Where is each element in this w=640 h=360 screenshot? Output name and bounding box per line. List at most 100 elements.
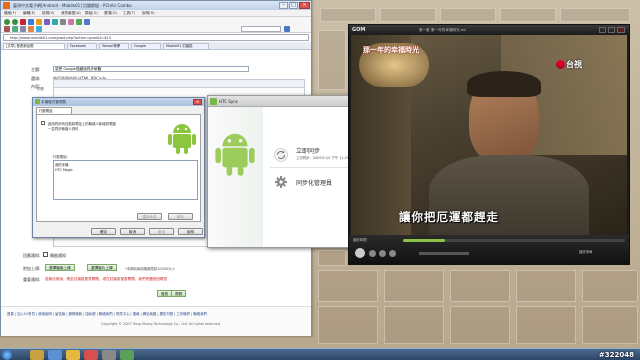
desktop-tile: [516, 270, 576, 302]
tool-icon[interactable]: [28, 26, 34, 32]
title-input[interactable]: 感恩 Google隱藏版同步軟體: [53, 66, 249, 72]
desktop-tile: [450, 306, 510, 344]
menu-item-favorites[interactable]: 我的最愛(A): [61, 11, 81, 16]
seek-bar[interactable]: [403, 239, 625, 242]
taskbar-app-icon[interactable]: [102, 350, 116, 360]
android-logo-icon: [215, 133, 255, 176]
menu-item-help[interactable]: 說明(H): [142, 11, 155, 16]
menu-item-view[interactable]: 檢視(V): [42, 11, 54, 16]
video-frame[interactable]: 那一年的幸福時光 台視 讓你把厄運都趕走: [351, 35, 627, 235]
dialog-panel: 啟用同步時自動將電話上的聯絡人新增到電腦 一並同步聯絡人資料 行動電話： 我的手…: [36, 114, 201, 222]
cancel-button[interactable]: 取消: [120, 228, 145, 235]
forward-icon[interactable]: [12, 19, 18, 25]
taskbar-app-icon[interactable]: [48, 350, 62, 360]
desktop-tile: [440, 8, 496, 22]
tool-icon[interactable]: [4, 26, 10, 32]
taskbar-app-icon[interactable]: [84, 350, 98, 360]
back-icon[interactable]: [4, 19, 10, 25]
desktop-tile: [582, 306, 638, 344]
gom-titlebar[interactable]: GOM 第一集 第一年的幸福時光.avi: [349, 25, 629, 35]
maximize-button[interactable]: □: [289, 2, 298, 9]
person-hair: [467, 71, 541, 97]
gom-logo: GOM: [352, 27, 366, 33]
desktop-tile: [516, 306, 576, 344]
taskbar-app-icon[interactable]: [120, 350, 134, 360]
search-icon[interactable]: [284, 26, 290, 32]
dialog-titlebar[interactable]: 手機程式管理員 ×: [33, 98, 204, 106]
rename-button[interactable]: 重新命名: [137, 213, 162, 220]
history-icon[interactable]: [52, 19, 58, 25]
play-icon[interactable]: [355, 248, 365, 258]
mail-icon[interactable]: [68, 19, 74, 25]
footer-links[interactable]: 首頁 | 加入01會員 | 使用說明 | 留言版 | 服務條款 | 隱私權 | …: [7, 311, 207, 316]
tab-yahoo[interactable]: Yahoo!奇摩: [99, 43, 129, 49]
android-icon: [35, 99, 40, 104]
tool-icon[interactable]: [76, 19, 82, 25]
notice-label: 重要通知:: [23, 277, 41, 282]
close-button[interactable]: ×: [193, 99, 202, 105]
stop-icon[interactable]: [369, 250, 376, 257]
desktop-tile: [500, 8, 556, 22]
menu-item-file[interactable]: 檔案(F): [4, 11, 16, 16]
browser-tabstrip: [文章] 發表新話題 Facebook Yahoo!奇摩 Google Mobi…: [1, 42, 311, 50]
tool-icon[interactable]: [12, 26, 18, 32]
auto-sync-checkbox[interactable]: [41, 121, 45, 125]
watermark-id: #322048: [598, 351, 634, 359]
gear-icon: [275, 176, 287, 188]
stop-icon[interactable]: [20, 19, 26, 25]
remove-button[interactable]: 移除: [168, 213, 193, 220]
maximize-button[interactable]: [608, 27, 615, 33]
start-button[interactable]: [2, 350, 12, 360]
menu-item-tools[interactable]: 工具(T): [123, 11, 135, 16]
close-button[interactable]: ×: [299, 2, 310, 9]
tool-icon[interactable]: [36, 26, 42, 32]
print-icon[interactable]: [60, 19, 66, 25]
search-input[interactable]: [241, 26, 281, 32]
prev-icon[interactable]: [379, 250, 386, 257]
browser-title: 臺灣中文電子網[Android - Mobile01] 討論群組 - PChAi…: [13, 3, 132, 8]
desktop-tile: [318, 306, 378, 344]
browser-titlebar[interactable]: 臺灣中文電子網[Android - Mobile01] 討論群組 - PChAi…: [1, 1, 311, 10]
status-right[interactable]: 播放清單: [579, 249, 593, 254]
upload-file-button[interactable]: 選擇檔案上傳: [45, 264, 75, 271]
minimize-button[interactable]: –: [279, 2, 288, 9]
tab-post[interactable]: [文章] 發表新話題: [3, 43, 65, 49]
tab-facebook[interactable]: Facebook: [67, 43, 97, 49]
menu-item-groups[interactable]: 群組(G): [85, 11, 98, 16]
seek-progress: [403, 239, 445, 242]
editor-toolbar: [54, 80, 304, 88]
refresh-icon[interactable]: [28, 19, 34, 25]
tool-icon[interactable]: [20, 26, 26, 32]
menu-item-edit[interactable]: 編輯(E): [23, 11, 35, 16]
taskbar-app-icon[interactable]: [66, 350, 80, 360]
desktop-tile: [560, 8, 630, 22]
font-label: 字體: [37, 87, 44, 91]
address-bar[interactable]: http://www.mobile01.com/post.php?action=…: [3, 34, 309, 41]
home-icon[interactable]: [36, 19, 42, 25]
help-button[interactable]: 說明: [178, 228, 203, 235]
tab-phone[interactable]: 行動電話: [36, 107, 72, 114]
volume-slider[interactable]: [419, 252, 469, 255]
desktop-tile: [318, 30, 346, 90]
desktop-tile: [384, 270, 444, 302]
desktop-tile: [318, 250, 346, 266]
minimize-button[interactable]: [599, 27, 606, 33]
apply-button[interactable]: 套用: [149, 228, 174, 235]
menu-item-options[interactable]: 選項(O): [104, 11, 117, 16]
video-subtitle: 讓你把厄運都趕走: [399, 210, 499, 224]
ok-button[interactable]: 確定: [91, 228, 116, 235]
favorites-icon[interactable]: [44, 19, 50, 25]
close-button[interactable]: [617, 27, 625, 33]
preview-button[interactable]: 預覽: [171, 290, 187, 297]
list-item[interactable]: HTC Magic: [54, 168, 197, 173]
tool-icon[interactable]: [84, 19, 90, 25]
submit-button[interactable]: 發表: [157, 290, 173, 297]
tab-google[interactable]: Google: [131, 43, 161, 49]
phone-listbox[interactable]: 我的手機 HTC Magic: [53, 160, 198, 200]
upload-image-button[interactable]: 選擇圖片上傳: [87, 264, 117, 271]
next-icon[interactable]: [389, 250, 396, 257]
tab-mobile01[interactable]: Mobile01 討論區: [163, 43, 209, 49]
notify-checkbox[interactable]: [43, 252, 48, 257]
taskbar-app-icon[interactable]: [30, 350, 44, 360]
sync-icon: [274, 148, 288, 162]
